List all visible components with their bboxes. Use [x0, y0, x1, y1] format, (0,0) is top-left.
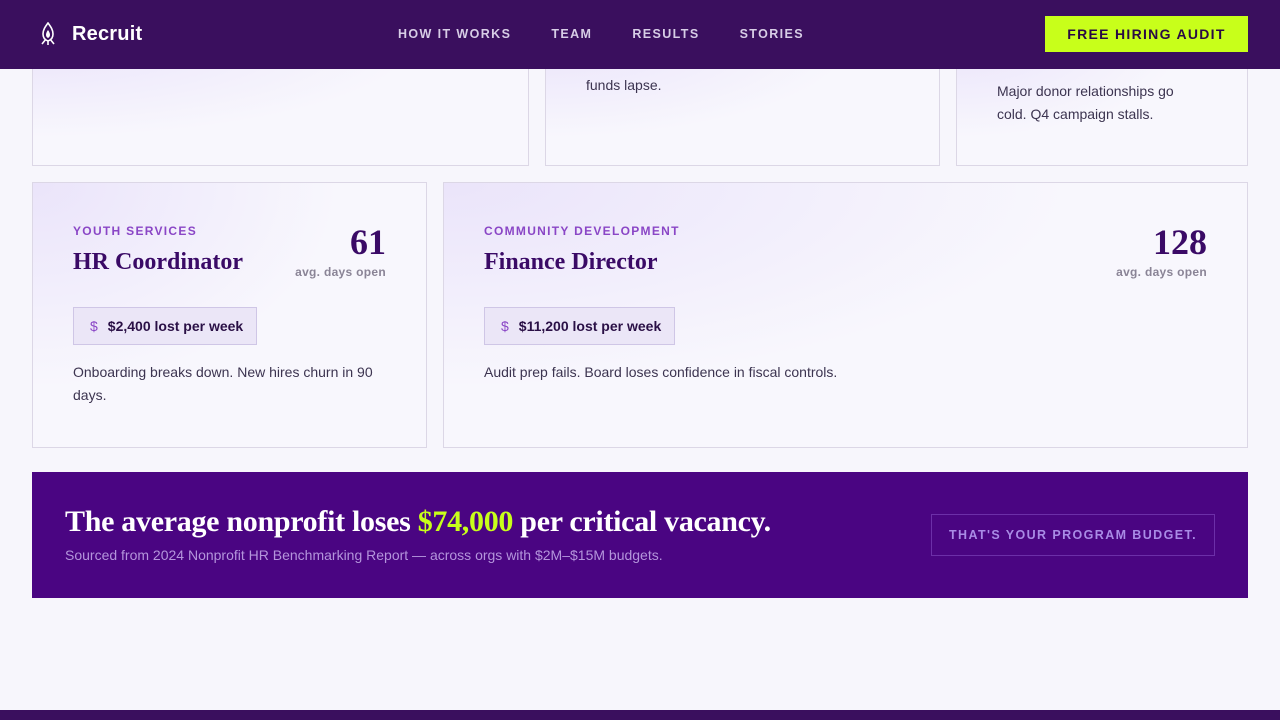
role-description-line-1: Major donor relationships go: [997, 83, 1174, 99]
role-description-line-1: Onboarding breaks down. New hires churn …: [73, 364, 373, 380]
dollar-icon: $: [501, 318, 509, 334]
free-hiring-audit-button[interactable]: FREE HIRING AUDIT: [1045, 16, 1248, 52]
nav-link-team[interactable]: TEAM: [551, 27, 592, 41]
dollar-icon: $: [90, 318, 98, 334]
nav-link-how-it-works[interactable]: HOW IT WORKS: [398, 27, 511, 41]
role-title: Finance Director: [484, 249, 658, 275]
headline-after: per critical vacancy.: [513, 505, 771, 538]
role-description: Audit prep fails. Board loses confidence…: [484, 364, 838, 380]
nav-link-stories[interactable]: STORIES: [740, 27, 804, 41]
footer-strip: [0, 710, 1280, 720]
top-nav: Recruit HOW IT WORKS TEAM RESULTS STORIE…: [0, 0, 1280, 69]
headline-before: The average nonprofit loses: [65, 505, 418, 538]
days-open-number: 128: [1153, 222, 1207, 262]
banner-headline: The average nonprofit loses $74,000 per …: [65, 505, 771, 539]
role-card-finance-director: COMMUNITY DEVELOPMENT Finance Director 1…: [443, 182, 1248, 448]
loss-badge: $ $11,200 lost per week: [484, 307, 676, 345]
loss-text: $2,400 lost per week: [107, 318, 244, 334]
headline-amount: $74,000: [417, 505, 514, 538]
days-open-number: 61: [350, 222, 386, 262]
brand-name: Recruit: [72, 22, 143, 45]
department-label: COMMUNITY DEVELOPMENT: [484, 224, 680, 238]
nav-link-results[interactable]: RESULTS: [632, 27, 699, 41]
role-description: funds lapse.: [586, 77, 662, 93]
days-open-label: avg. days open: [295, 265, 386, 279]
department-label: YOUTH SERVICES: [73, 224, 198, 238]
role-description-line-2: days.: [73, 387, 107, 403]
flame-logo-icon: [41, 22, 55, 45]
brand[interactable]: Recruit: [38, 22, 142, 46]
program-budget-tag: THAT'S YOUR PROGRAM BUDGET.: [931, 514, 1215, 556]
role-description-line-2: cold. Q4 campaign stalls.: [997, 106, 1154, 122]
nav-links: HOW IT WORKS TEAM RESULTS STORIES: [398, 27, 844, 41]
loss-text: $11,200 lost per week: [518, 318, 662, 334]
days-open-label: avg. days open: [1116, 265, 1207, 279]
role-card-hr-coordinator: YOUTH SERVICES HR Coordinator 61 avg. da…: [32, 182, 427, 448]
vacancy-cost-banner: The average nonprofit loses $74,000 per …: [32, 472, 1248, 598]
page: Recruit HOW IT WORKS TEAM RESULTS STORIE…: [0, 0, 1280, 720]
loss-badge: $ $2,400 lost per week: [73, 307, 258, 345]
role-title: HR Coordinator: [73, 249, 243, 275]
banner-source: Sourced from 2024 Nonprofit HR Benchmark…: [65, 547, 663, 563]
